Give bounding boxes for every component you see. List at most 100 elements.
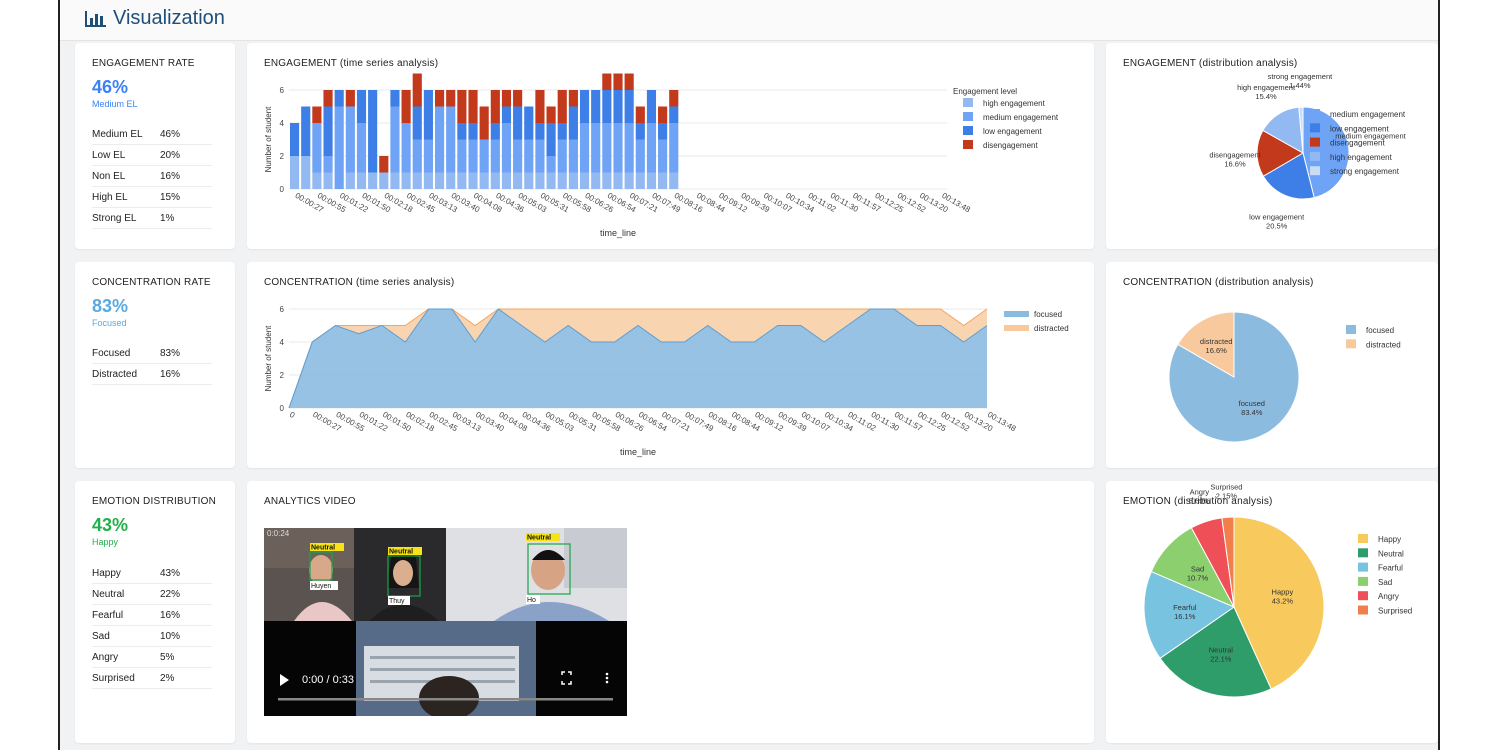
pie-label-name: disengagement bbox=[1209, 151, 1261, 160]
legend-label: low engagement bbox=[983, 127, 1042, 136]
bar-segment bbox=[546, 106, 556, 123]
stat-value: 16% bbox=[160, 368, 181, 380]
bar-segment bbox=[479, 139, 489, 173]
pie-label-value: 2.15% bbox=[1216, 491, 1238, 500]
engagement-timeseries-chart: 024600:00:2700:00:5500:01:2200:01:5000:0… bbox=[264, 73, 1059, 238]
bar-segment bbox=[613, 172, 623, 189]
bar-segment bbox=[669, 90, 679, 107]
pie-label-name: Happy bbox=[1272, 588, 1294, 597]
bar-segment bbox=[446, 172, 456, 189]
legend-swatch bbox=[963, 112, 973, 121]
stat-row: Neutral 22% bbox=[92, 584, 212, 605]
bar-segment bbox=[390, 106, 400, 173]
bar-segment bbox=[602, 73, 612, 90]
pie-label-value: 20.5% bbox=[1266, 222, 1288, 231]
legend-label: Neutral bbox=[1378, 549, 1404, 558]
stat-value: 46% bbox=[160, 128, 181, 140]
legend-swatch bbox=[1346, 339, 1356, 349]
bar-segment bbox=[312, 172, 322, 189]
stat-value: 1% bbox=[160, 212, 175, 224]
legend-label: distracted bbox=[1366, 340, 1401, 349]
more-options-icon[interactable] bbox=[605, 672, 609, 684]
analytics-video-card: ANALYTICS VIDEO 0:0:24 Neutral Neutral N… bbox=[247, 481, 1094, 743]
bar-segment bbox=[290, 156, 300, 189]
bar-segment bbox=[579, 90, 590, 123]
bar-segment bbox=[646, 90, 657, 123]
legend-label: disengagement bbox=[1330, 139, 1385, 148]
bar-segment bbox=[535, 90, 545, 123]
video-player[interactable]: 0:0:24 Neutral Neutral Neutral Huyen Thu… bbox=[264, 528, 627, 716]
stat-row: Distracted 16% bbox=[92, 364, 212, 385]
page-title: Visualization bbox=[84, 7, 225, 30]
pie-label-name: Surprised bbox=[1210, 482, 1242, 491]
face-emotion-label: Neutral bbox=[527, 535, 551, 542]
y-tick-label: 6 bbox=[280, 305, 285, 314]
emotion-stats: Happy 43% Neutral 22% Fearful 16% Sad 10% Angry 5… bbox=[92, 563, 212, 689]
card-title: ENGAGEMENT RATE bbox=[92, 58, 195, 69]
bar-segment bbox=[412, 73, 422, 107]
bar-segment bbox=[345, 90, 355, 107]
bar-segment bbox=[390, 90, 400, 107]
bar-segment bbox=[669, 106, 679, 123]
pie-label-value: 16.1% bbox=[1174, 612, 1196, 621]
bar-segment bbox=[423, 90, 433, 140]
y-tick-label: 4 bbox=[280, 338, 285, 347]
header-bar: Visualization bbox=[60, 0, 1438, 41]
legend-label: medium engagement bbox=[983, 113, 1059, 122]
engagement-stats: Medium EL 46% Low EL 20% Non EL 16% High EL 15%… bbox=[92, 124, 212, 229]
bar-segment bbox=[646, 123, 657, 173]
bar-segment bbox=[568, 90, 578, 107]
bar-segment bbox=[434, 90, 445, 107]
bar-segment bbox=[345, 106, 355, 173]
pie-label-value: 1.44% bbox=[1289, 81, 1311, 90]
engagement-rate-label: Medium EL bbox=[92, 99, 138, 109]
bar-segment bbox=[613, 90, 623, 123]
bar-segment bbox=[501, 90, 512, 107]
bar-segment bbox=[513, 90, 523, 107]
bar-segment bbox=[412, 139, 422, 173]
engagement-pie-card: ENGAGEMENT (distribution analysis) mediu… bbox=[1106, 43, 1438, 249]
bar-segment bbox=[379, 156, 389, 173]
y-tick-label: 4 bbox=[280, 119, 285, 128]
stat-value: 83% bbox=[160, 347, 181, 359]
card-title: EMOTION DISTRIBUTION bbox=[92, 496, 216, 507]
bar-segment bbox=[468, 172, 478, 189]
bar-segment bbox=[468, 123, 478, 140]
concentration-rate-card: CONCENTRATION RATE 83% Focused Focused 83… bbox=[75, 262, 235, 468]
bar-segment bbox=[535, 172, 545, 189]
concentration-stats: Focused 83% Distracted 16% bbox=[92, 343, 212, 385]
stat-row: Sad 10% bbox=[92, 626, 212, 647]
legend-swatch bbox=[1310, 123, 1320, 133]
legend-label: distracted bbox=[1034, 324, 1069, 333]
card-title: CONCENTRATION RATE bbox=[92, 277, 211, 288]
concentration-rate-label: Focused bbox=[92, 318, 127, 328]
bar-segment bbox=[356, 123, 367, 173]
bar-segment bbox=[591, 90, 601, 123]
bar-segment bbox=[312, 123, 322, 173]
y-tick-label: 0 bbox=[280, 185, 285, 194]
legend-swatch bbox=[1358, 605, 1368, 615]
legend-label: high engagement bbox=[983, 99, 1046, 108]
bar-segment bbox=[658, 139, 668, 173]
pie-label-value: 83.4% bbox=[1241, 408, 1263, 417]
bar-segment bbox=[501, 106, 512, 123]
bar-segment bbox=[535, 139, 545, 173]
pie-label-value: 15.4% bbox=[1255, 92, 1277, 101]
legend-swatch bbox=[1358, 591, 1368, 601]
legend-label: low engagement bbox=[1330, 124, 1389, 133]
legend-label: Surprised bbox=[1378, 607, 1412, 616]
bar-segment bbox=[479, 106, 489, 140]
stat-row: Strong EL 1% bbox=[92, 208, 212, 229]
stat-value: 16% bbox=[160, 609, 181, 621]
bar-segment bbox=[635, 139, 645, 173]
bar-segment bbox=[446, 106, 456, 173]
bar-segment bbox=[524, 106, 534, 140]
stat-value: 22% bbox=[160, 588, 181, 600]
legend-label: medium engagement bbox=[1330, 110, 1406, 119]
bar-segment bbox=[624, 172, 634, 189]
bar-segment bbox=[323, 106, 333, 156]
bar-segment bbox=[513, 139, 523, 173]
legend-label: disengagement bbox=[983, 141, 1038, 150]
concentration-timeseries-chart: 02460 00:00:2700:00:5500:01:2200:01:5000:… bbox=[264, 305, 1069, 457]
bar-segment bbox=[457, 139, 467, 173]
